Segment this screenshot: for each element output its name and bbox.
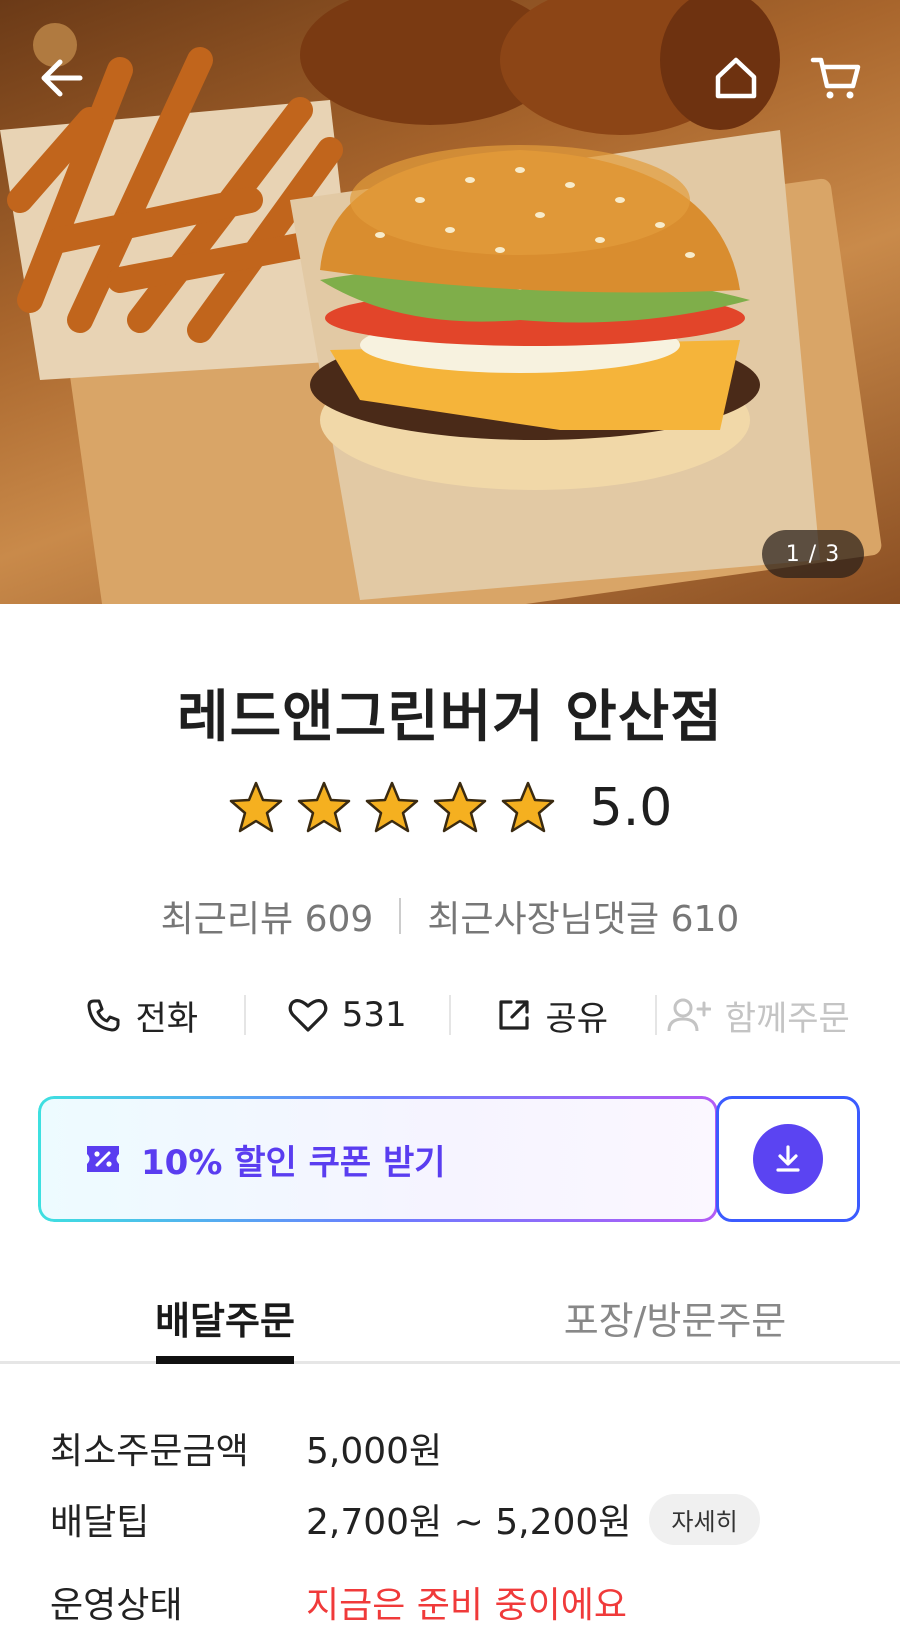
home-icon	[715, 57, 757, 99]
min-order-value: 5,000원	[306, 1431, 443, 1472]
tab-label: 배달주문	[155, 1299, 295, 1343]
group-order-button[interactable]: 함께주문	[657, 991, 861, 1040]
coupon-download-button[interactable]	[716, 1096, 860, 1222]
tab-label: 포장/방문주문	[563, 1299, 787, 1343]
delivery-tip-row: 배달팁 2,700원 ~ 5,200원 자세히	[50, 1493, 870, 1545]
arrow-left-icon	[41, 59, 83, 97]
store-actions: 전화 531 공유 함께주문	[40, 985, 860, 1045]
delivery-tip-label: 배달팁	[50, 1502, 150, 1543]
star-icon	[297, 781, 350, 833]
tab-pickup[interactable]: 포장/방문주문	[450, 1268, 900, 1361]
min-order-row: 최소주문금액 5,000원	[50, 1422, 870, 1474]
phone-icon	[87, 999, 120, 1032]
store-hero-image[interactable]: 1 / 3	[0, 0, 900, 604]
status-label: 운영상태	[50, 1585, 183, 1626]
divider	[399, 898, 402, 934]
image-pager: 1 / 3	[762, 530, 864, 578]
cart-icon	[810, 57, 861, 99]
tab-delivery[interactable]: 배달주문	[0, 1268, 450, 1364]
star-icon	[229, 781, 282, 833]
share-label: 공유	[545, 998, 609, 1039]
coupon-icon	[87, 1146, 119, 1172]
heart-icon	[288, 999, 328, 1032]
min-order-label: 최소주문금액	[50, 1431, 249, 1472]
status-row: 운영상태 지금은 준비 중이에요	[50, 1576, 870, 1628]
star-icon	[365, 781, 418, 833]
active-tab-indicator	[156, 1356, 294, 1364]
share-icon	[499, 1000, 530, 1030]
star-rating	[228, 780, 556, 836]
rating-score: 5.0	[589, 778, 673, 838]
call-button[interactable]: 전화	[40, 991, 244, 1040]
download-icon	[776, 1145, 800, 1172]
add-user-icon	[667, 998, 711, 1032]
coupon-button[interactable]: 10% 할인 쿠폰 받기	[38, 1096, 718, 1222]
store-rating[interactable]: 5.0	[0, 778, 900, 838]
order-type-tabs: 배달주문 포장/방문주문	[0, 1268, 900, 1364]
star-icon	[501, 781, 554, 833]
like-count: 531	[341, 995, 407, 1035]
home-button[interactable]	[706, 48, 766, 108]
cart-button[interactable]	[806, 48, 866, 108]
group-order-label: 함께주문	[724, 998, 850, 1039]
recent-reviews-link[interactable]: 최근리뷰 609	[161, 890, 374, 942]
download-circle	[753, 1124, 823, 1194]
star-icon	[433, 781, 486, 833]
back-button[interactable]	[32, 48, 92, 108]
like-button[interactable]: 531	[246, 995, 450, 1035]
coupon-label: 10% 할인 쿠폰 받기	[141, 1142, 446, 1183]
share-button[interactable]: 공유	[451, 991, 655, 1040]
owner-replies-link[interactable]: 최근사장님댓글 610	[427, 890, 739, 942]
review-counts: 최근리뷰 609 최근사장님댓글 610	[0, 890, 900, 942]
delivery-tip-value: 2,700원 ~ 5,200원	[306, 1502, 632, 1543]
delivery-tip-detail-button[interactable]: 자세히	[649, 1493, 760, 1545]
store-name: 레드앤그린버거 안산점	[177, 685, 723, 750]
status-value: 지금은 준비 중이에요	[306, 1585, 627, 1626]
call-label: 전화	[135, 998, 199, 1039]
coupon-banner: 10% 할인 쿠폰 받기	[38, 1096, 862, 1222]
